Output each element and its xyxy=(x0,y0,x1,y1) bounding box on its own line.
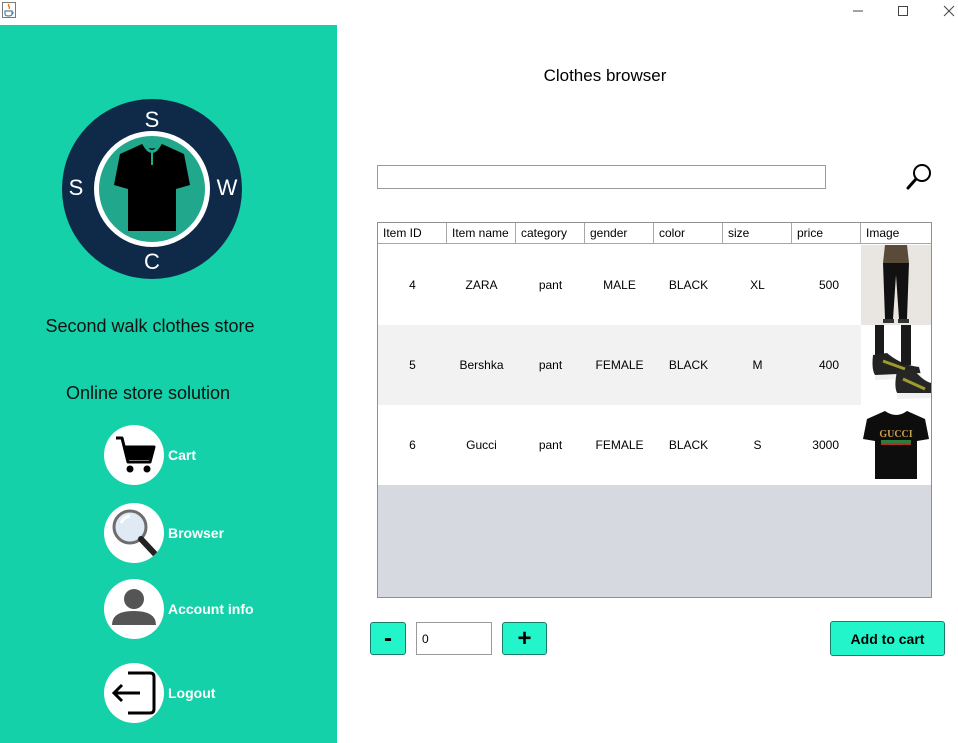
col-category[interactable]: category xyxy=(516,223,585,244)
store-subtitle: Online store solution xyxy=(65,383,231,403)
cell-item-name: Gucci xyxy=(466,438,497,452)
minimize-icon xyxy=(853,10,863,12)
minimize-button[interactable] xyxy=(835,0,881,22)
quantity-input[interactable] xyxy=(416,622,492,655)
nav-cart-circle[interactable] xyxy=(104,425,164,485)
nav-logout-label[interactable]: Logout xyxy=(168,663,215,723)
cell-category: pant xyxy=(538,358,563,372)
table-header: Item ID Item name category gender color … xyxy=(378,223,931,245)
gucci-print: GUCCI xyxy=(879,429,912,440)
increase-quantity-button[interactable]: + xyxy=(502,622,547,655)
logout-icon xyxy=(111,671,156,715)
logo-letter-left: S xyxy=(69,175,84,200)
table-row[interactable]: 5 Bershka pant FEMALE BLACK M 400 xyxy=(378,325,931,405)
page-title: Clothes browser xyxy=(543,66,667,85)
cell-item-id: 4 xyxy=(409,278,416,292)
nav-logout[interactable]: Logout xyxy=(104,663,304,723)
logo-letter-top: S xyxy=(145,107,160,132)
col-size[interactable]: size xyxy=(723,223,792,244)
col-gender[interactable]: gender xyxy=(585,223,654,244)
add-to-cart-button[interactable]: Add to cart xyxy=(830,621,945,656)
col-image[interactable]: Image xyxy=(861,223,931,244)
col-color[interactable]: color xyxy=(654,223,723,244)
sneakers-thumbnail xyxy=(861,325,931,405)
cell-price: 3000 xyxy=(812,438,839,452)
cell-category: pant xyxy=(538,278,563,292)
cell-size: XL xyxy=(750,278,765,292)
items-table[interactable]: Item ID Item name category gender color … xyxy=(377,222,932,598)
nav-account-label[interactable]: Account info xyxy=(168,579,254,639)
magnifier-icon xyxy=(112,509,159,558)
search-icon[interactable] xyxy=(904,161,934,191)
cell-price: 400 xyxy=(818,358,839,372)
nav-browser[interactable]: Browser xyxy=(104,503,304,563)
maximize-icon xyxy=(898,6,908,16)
store-name: Second walk clothes store xyxy=(45,316,255,336)
cell-item-name: ZARA xyxy=(465,278,498,292)
logo-letter-bottom: C xyxy=(144,249,160,274)
cell-gender: FEMALE xyxy=(595,358,644,372)
nav-browser-label[interactable]: Browser xyxy=(168,503,224,563)
col-item-name[interactable]: Item name xyxy=(447,223,516,244)
cell-category: pant xyxy=(538,438,563,452)
cell-item-id: 5 xyxy=(409,358,416,372)
gucci-tshirt-thumbnail: GUCCI xyxy=(861,405,931,485)
nav-account-info[interactable]: Account info xyxy=(104,579,304,639)
cell-image xyxy=(861,245,931,325)
nav-cart[interactable]: Cart xyxy=(104,425,304,485)
table-row[interactable]: 6 Gucci pant FEMALE BLACK S 3000 GUCCI xyxy=(378,405,931,485)
cell-price: 500 xyxy=(818,278,839,292)
decrease-quantity-button[interactable]: - xyxy=(370,622,406,655)
cell-gender: MALE xyxy=(603,278,636,292)
logo-letter-right: W xyxy=(217,175,238,200)
close-button[interactable] xyxy=(926,0,958,22)
nav-browser-circle[interactable] xyxy=(104,503,164,563)
cell-item-name: Bershka xyxy=(459,358,504,372)
cell-color: BLACK xyxy=(668,278,709,292)
cell-color: BLACK xyxy=(668,358,709,372)
search-input[interactable] xyxy=(377,165,826,189)
java-cup-icon xyxy=(2,2,16,18)
nav-logout-circle[interactable] xyxy=(104,663,164,723)
table-row[interactable]: 4 ZARA pant MALE BLACK XL 500 xyxy=(378,245,931,325)
close-icon xyxy=(943,5,955,17)
user-icon xyxy=(112,589,156,625)
cell-item-id: 6 xyxy=(409,438,416,452)
cell-size: S xyxy=(753,438,762,452)
nav-account-circle[interactable] xyxy=(104,579,164,639)
cell-color: BLACK xyxy=(668,438,709,452)
cart-icon xyxy=(116,436,156,473)
col-price[interactable]: price xyxy=(792,223,861,244)
cell-gender: FEMALE xyxy=(595,438,644,452)
cell-size: M xyxy=(752,358,763,372)
store-logo: S W C S xyxy=(62,99,242,279)
black-pants-thumbnail xyxy=(861,245,931,325)
maximize-button[interactable] xyxy=(880,0,926,22)
cell-image: GUCCI xyxy=(861,405,931,485)
title-bar xyxy=(0,0,958,25)
col-item-id[interactable]: Item ID xyxy=(378,223,447,244)
sidebar: S W C S Second walk clothes store Online… xyxy=(0,25,337,743)
cell-image xyxy=(861,325,931,405)
nav-cart-label[interactable]: Cart xyxy=(168,425,196,485)
